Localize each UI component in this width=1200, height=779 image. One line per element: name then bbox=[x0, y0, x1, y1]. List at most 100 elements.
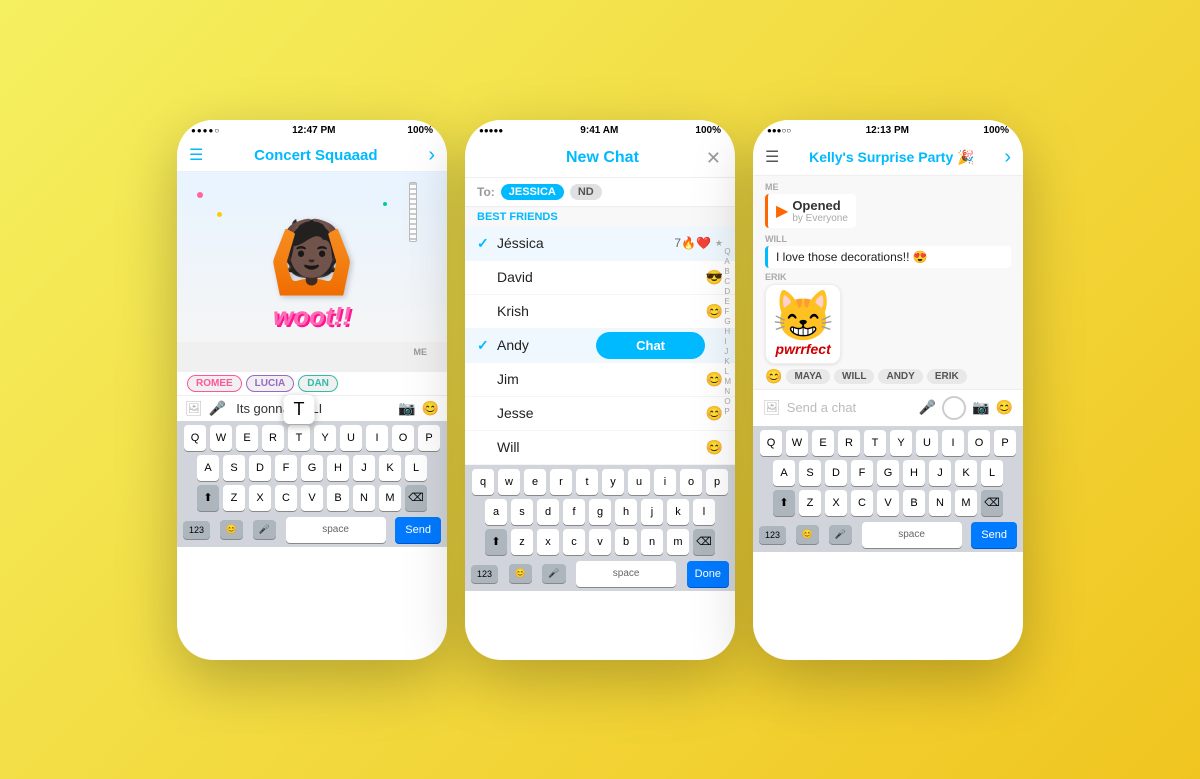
key-Z[interactable]: Z bbox=[223, 485, 245, 511]
key-P[interactable]: P bbox=[418, 425, 440, 451]
key2-mic[interactable]: 🎤 bbox=[542, 564, 565, 583]
key3-G[interactable]: G bbox=[877, 460, 899, 486]
record-btn-3[interactable] bbox=[942, 396, 966, 420]
key2-shift[interactable]: ⬆ bbox=[485, 529, 507, 555]
contact-andy[interactable]: ✓ Andy Chat bbox=[465, 329, 735, 363]
emoji-icon-3[interactable]: 😊 bbox=[996, 399, 1013, 416]
key3-I[interactable]: I bbox=[942, 430, 964, 456]
key-K[interactable]: K bbox=[379, 455, 401, 481]
key2-q[interactable]: q bbox=[472, 469, 494, 495]
contact-jessica[interactable]: ✓ Jéssica 7🔥❤️ ★ bbox=[465, 227, 735, 261]
key-T[interactable]: T T bbox=[288, 425, 310, 451]
key3-X[interactable]: X bbox=[825, 490, 847, 516]
forward-icon-3[interactable]: › bbox=[1004, 146, 1011, 169]
key2-v[interactable]: v bbox=[589, 529, 611, 555]
key3-Q[interactable]: Q bbox=[760, 430, 782, 456]
key2-done[interactable]: Done bbox=[687, 561, 729, 587]
key3-mic[interactable]: 🎤 bbox=[829, 525, 852, 544]
key-delete[interactable]: ⌫ bbox=[405, 485, 427, 511]
key3-Z[interactable]: Z bbox=[799, 490, 821, 516]
key-X[interactable]: X bbox=[249, 485, 271, 511]
key-L[interactable]: L bbox=[405, 455, 427, 481]
key-F[interactable]: F bbox=[275, 455, 297, 481]
key2-a[interactable]: a bbox=[485, 499, 507, 525]
key3-O[interactable]: O bbox=[968, 430, 990, 456]
key3-send[interactable]: Send bbox=[971, 522, 1017, 548]
key3-K[interactable]: K bbox=[955, 460, 977, 486]
key-R[interactable]: R bbox=[262, 425, 284, 451]
key-U[interactable]: U bbox=[340, 425, 362, 451]
key-W[interactable]: W bbox=[210, 425, 232, 451]
contact-krish[interactable]: ✓ Krish 😊 bbox=[465, 295, 735, 329]
key3-E[interactable]: E bbox=[812, 430, 834, 456]
menu-icon-3[interactable]: ☰ bbox=[765, 147, 779, 167]
key3-W[interactable]: W bbox=[786, 430, 808, 456]
key-C[interactable]: C bbox=[275, 485, 297, 511]
contact-david[interactable]: ✓ David 😎 bbox=[465, 261, 735, 295]
key-V[interactable]: V bbox=[301, 485, 323, 511]
key3-M[interactable]: M bbox=[955, 490, 977, 516]
key3-123[interactable]: 123 bbox=[759, 526, 786, 544]
key2-y[interactable]: y bbox=[602, 469, 624, 495]
key3-space[interactable]: space bbox=[862, 522, 962, 548]
key-emoji-1[interactable]: 😊 bbox=[220, 520, 243, 539]
key2-i[interactable]: i bbox=[654, 469, 676, 495]
key-S[interactable]: S bbox=[223, 455, 245, 481]
key3-V[interactable]: V bbox=[877, 490, 899, 516]
key2-b[interactable]: b bbox=[615, 529, 637, 555]
key2-o[interactable]: o bbox=[680, 469, 702, 495]
key2-delete[interactable]: ⌫ bbox=[693, 529, 715, 555]
key3-D[interactable]: D bbox=[825, 460, 847, 486]
key-O[interactable]: O bbox=[392, 425, 414, 451]
key2-j[interactable]: j bbox=[641, 499, 663, 525]
key2-x[interactable]: x bbox=[537, 529, 559, 555]
key2-s[interactable]: s bbox=[511, 499, 533, 525]
key3-delete[interactable]: ⌫ bbox=[981, 490, 1003, 516]
key3-S[interactable]: S bbox=[799, 460, 821, 486]
key2-n[interactable]: n bbox=[641, 529, 663, 555]
key2-k[interactable]: k bbox=[667, 499, 689, 525]
key-J[interactable]: J bbox=[353, 455, 375, 481]
key-space-1[interactable]: space bbox=[286, 517, 386, 543]
contact-jim[interactable]: ✓ Jim 😊 bbox=[465, 363, 735, 397]
key2-l[interactable]: l bbox=[693, 499, 715, 525]
key2-e[interactable]: e bbox=[524, 469, 546, 495]
key3-U[interactable]: U bbox=[916, 430, 938, 456]
key3-T[interactable]: T bbox=[864, 430, 886, 456]
key3-shift[interactable]: ⬆ bbox=[773, 490, 795, 516]
key3-J[interactable]: J bbox=[929, 460, 951, 486]
message-text-1[interactable]: Its gonna be LI bbox=[232, 401, 398, 416]
mic-icon-3[interactable]: 🎤 bbox=[919, 399, 936, 416]
key3-H[interactable]: H bbox=[903, 460, 925, 486]
key3-emoji[interactable]: 😊 bbox=[796, 525, 819, 544]
chat-input[interactable]: Send a chat bbox=[787, 400, 913, 415]
image-icon-3[interactable]: 🖼 bbox=[763, 399, 781, 416]
key2-p[interactable]: p bbox=[706, 469, 728, 495]
key-Q[interactable]: Q bbox=[184, 425, 206, 451]
key3-L[interactable]: L bbox=[981, 460, 1003, 486]
key3-P[interactable]: P bbox=[994, 430, 1016, 456]
reaction-emoji[interactable]: 😊 bbox=[765, 368, 782, 385]
forward-icon-1[interactable]: › bbox=[428, 144, 435, 167]
chip-jessica[interactable]: JESSICA bbox=[501, 184, 564, 200]
react-erik[interactable]: ERIK bbox=[927, 369, 967, 384]
react-andy[interactable]: ANDY bbox=[878, 369, 922, 384]
key2-f[interactable]: f bbox=[563, 499, 585, 525]
key-shift[interactable]: ⬆ bbox=[197, 485, 219, 511]
key2-h[interactable]: h bbox=[615, 499, 637, 525]
react-maya[interactable]: MAYA bbox=[786, 369, 830, 384]
key-mic-1[interactable]: 🎤 bbox=[253, 520, 276, 539]
contact-jesse[interactable]: ✓ Jesse 😊 bbox=[465, 397, 735, 431]
key2-r[interactable]: r bbox=[550, 469, 572, 495]
key-Y[interactable]: Y bbox=[314, 425, 336, 451]
key-I[interactable]: I bbox=[366, 425, 388, 451]
key3-A[interactable]: A bbox=[773, 460, 795, 486]
key-N[interactable]: N bbox=[353, 485, 375, 511]
key3-B[interactable]: B bbox=[903, 490, 925, 516]
key3-N[interactable]: N bbox=[929, 490, 951, 516]
key-A[interactable]: A bbox=[197, 455, 219, 481]
key2-m[interactable]: m bbox=[667, 529, 689, 555]
key2-t[interactable]: t bbox=[576, 469, 598, 495]
key2-emoji[interactable]: 😊 bbox=[509, 564, 532, 583]
key3-Y[interactable]: Y bbox=[890, 430, 912, 456]
